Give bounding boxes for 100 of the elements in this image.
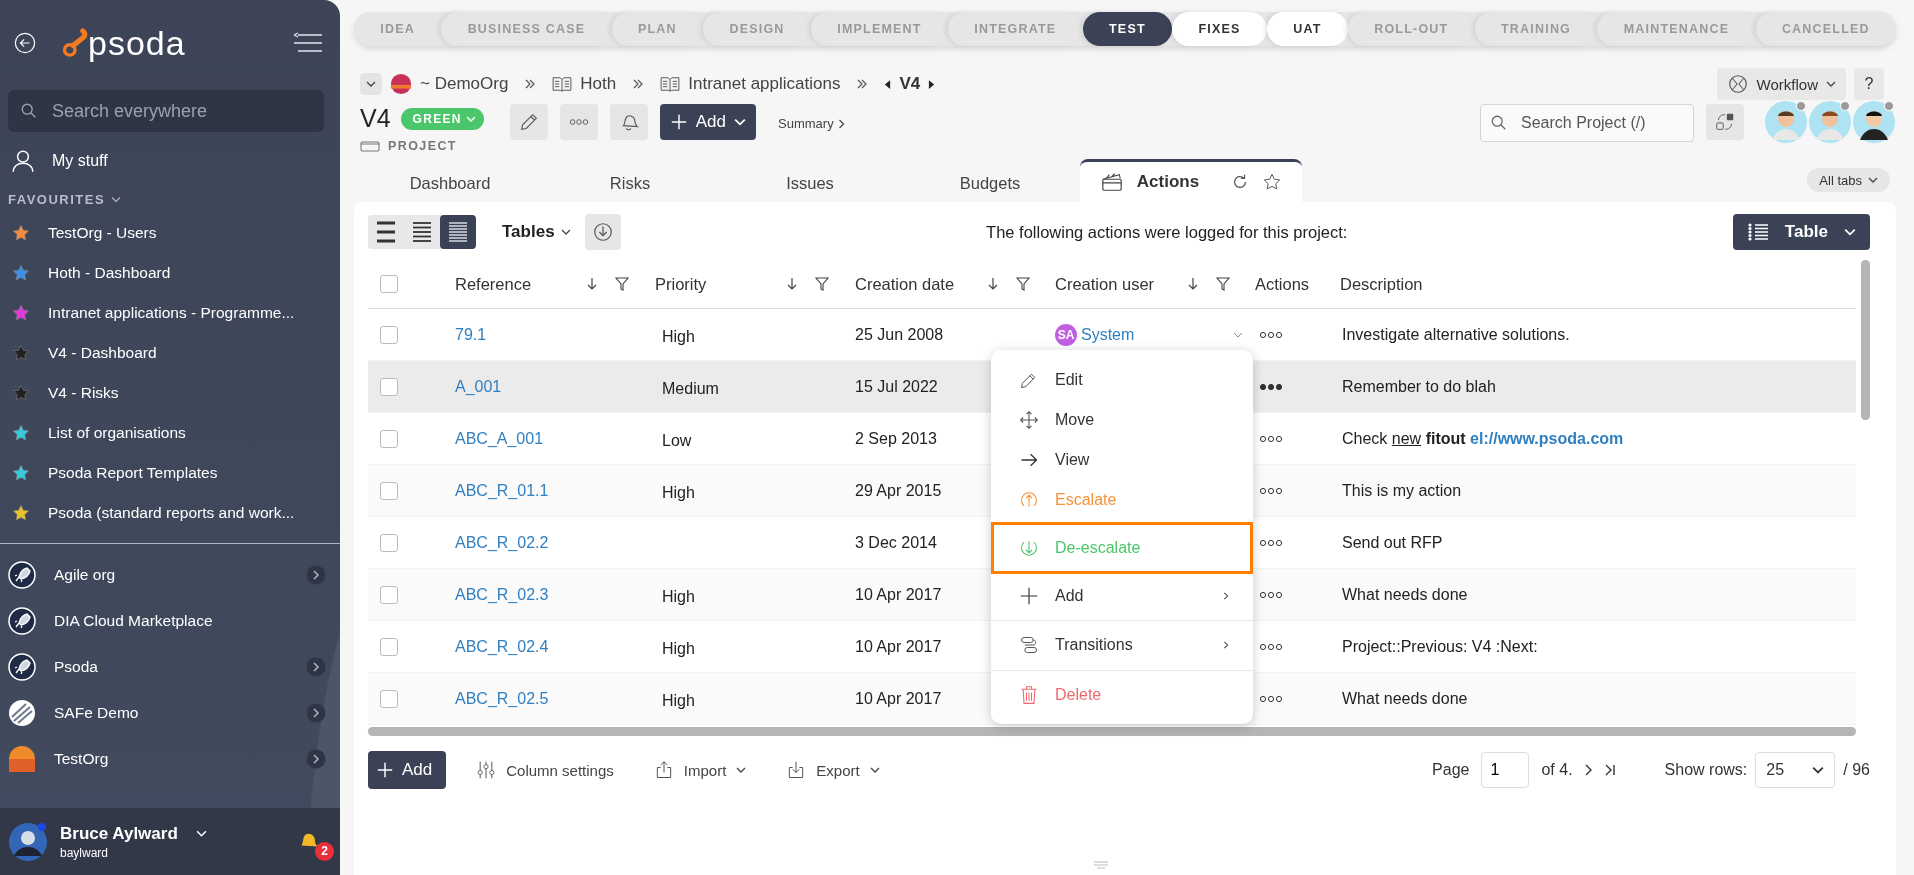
- column-settings-button[interactable]: Column settings: [470, 759, 620, 781]
- collapse-menu-icon[interactable]: [292, 32, 324, 54]
- user-name[interactable]: Bruce Aylward: [60, 823, 178, 844]
- all-tabs-button[interactable]: All tabs: [1807, 168, 1890, 192]
- team-avatar[interactable]: [1764, 100, 1808, 144]
- reference-link[interactable]: ABC_R_02.4: [455, 637, 549, 656]
- row-checkbox[interactable]: [380, 377, 398, 396]
- chevron-down-icon[interactable]: [195, 830, 207, 837]
- add-button[interactable]: Add: [659, 104, 757, 140]
- user-avatar[interactable]: [8, 821, 48, 862]
- row-actions-icon[interactable]: [1259, 434, 1283, 443]
- resize-handle-icon[interactable]: [1093, 861, 1109, 869]
- row-checkbox[interactable]: [380, 689, 398, 708]
- menu-item[interactable]: View: [991, 440, 1253, 480]
- column-header[interactable]: Creation date: [855, 274, 955, 294]
- edit-button[interactable]: [509, 104, 548, 140]
- star-icon[interactable]: [1263, 173, 1282, 191]
- reference-link[interactable]: ABC_R_02.5: [455, 689, 549, 708]
- chevron-right-icon[interactable]: [306, 703, 326, 723]
- chevron-right-icon[interactable]: [306, 565, 326, 585]
- link[interactable]: el://www.psoda.com: [1470, 429, 1624, 447]
- row-actions-icon[interactable]: [1259, 330, 1283, 339]
- chevron-right-icon[interactable]: [306, 749, 326, 769]
- filter-icon[interactable]: [1216, 277, 1231, 291]
- table-view-button[interactable]: Table: [1732, 214, 1870, 250]
- rows-select[interactable]: 25: [1755, 752, 1836, 788]
- row-actions-icon[interactable]: [1259, 538, 1283, 547]
- menu-item[interactable]: Transitions: [991, 620, 1253, 666]
- sort-icon[interactable]: [585, 277, 599, 291]
- page-field[interactable]: 1: [1481, 752, 1530, 788]
- row-checkbox[interactable]: [380, 481, 398, 500]
- column-header[interactable]: Description: [1340, 274, 1423, 294]
- tab[interactable]: Budgets: [900, 164, 1080, 202]
- stage-tab[interactable]: UAT: [1266, 12, 1348, 46]
- reference-link[interactable]: ABC_R_02.3: [455, 585, 549, 604]
- team-avatar[interactable]: [1852, 100, 1896, 144]
- summary-link[interactable]: Summary: [778, 116, 845, 131]
- download-button[interactable]: [584, 214, 621, 250]
- back-icon[interactable]: [14, 32, 36, 54]
- reference-link[interactable]: ABC_A_001: [455, 429, 544, 448]
- favourite-item[interactable]: V4 - Dashboard: [0, 333, 340, 373]
- row-actions-icon[interactable]: [1259, 590, 1283, 599]
- column-header[interactable]: Priority: [655, 274, 707, 294]
- tables-dropdown[interactable]: Tables: [496, 221, 577, 243]
- column-header[interactable]: Creation user: [1055, 274, 1155, 294]
- view-mode-button[interactable]: [440, 215, 476, 249]
- row-actions-icon[interactable]: [1259, 382, 1283, 391]
- favourite-item[interactable]: Intranet applications - Programme...: [0, 293, 340, 333]
- my-stuff-link[interactable]: My stuff: [0, 140, 340, 182]
- tab[interactable]: Issues: [720, 164, 900, 202]
- row-checkbox[interactable]: [380, 585, 398, 604]
- favourite-item[interactable]: V4 - Risks: [0, 373, 340, 413]
- project-search-field[interactable]: Search Project (/): [1480, 104, 1694, 142]
- menu-item[interactable]: Edit: [991, 360, 1253, 400]
- vertical-scrollbar[interactable]: [1861, 260, 1870, 420]
- row-checkbox[interactable]: [380, 429, 398, 448]
- workflow-button[interactable]: Workflow: [1716, 68, 1846, 100]
- horizontal-scrollbar[interactable]: [368, 727, 1856, 736]
- row-actions-icon[interactable]: [1259, 642, 1283, 651]
- organisation-item[interactable]: Psoda: [0, 644, 340, 690]
- add-button[interactable]: Add: [368, 751, 447, 789]
- filter-icon[interactable]: [815, 277, 829, 291]
- search-field[interactable]: Search everywhere: [8, 90, 324, 132]
- row-actions-icon[interactable]: [1259, 694, 1283, 703]
- breadcrumb-link[interactable]: ~ DemoOrg: [420, 74, 509, 94]
- organisation-item[interactable]: DIA Cloud Marketplace: [0, 598, 340, 644]
- column-header[interactable]: Actions: [1255, 274, 1310, 294]
- favourite-item[interactable]: Hoth - Dashboard: [0, 253, 340, 293]
- stage-tab[interactable]: FIXES: [1172, 12, 1267, 46]
- favourite-item[interactable]: TestOrg - Users: [0, 213, 340, 253]
- breadcrumb-link[interactable]: Intranet applications: [688, 74, 841, 94]
- filter-icon[interactable]: [615, 277, 629, 291]
- menu-item[interactable]: Add: [991, 576, 1253, 616]
- previous-icon[interactable]: [884, 79, 892, 89]
- chevron-right-icon[interactable]: [306, 657, 326, 677]
- tab[interactable]: Risks: [540, 164, 720, 202]
- row-checkbox[interactable]: [380, 533, 398, 552]
- export-button[interactable]: Export: [780, 759, 886, 781]
- tab[interactable]: Dashboard: [360, 164, 540, 202]
- filter-icon[interactable]: [1016, 277, 1031, 291]
- help-button[interactable]: ?: [1854, 68, 1884, 100]
- favourite-item[interactable]: List of organisations: [0, 413, 340, 453]
- favourite-item[interactable]: Psoda (standard reports and work...: [0, 493, 340, 533]
- reference-link[interactable]: A_001: [455, 377, 502, 396]
- switch-button[interactable]: [1706, 104, 1744, 140]
- import-button[interactable]: Import: [647, 759, 753, 781]
- reference-link[interactable]: ABC_R_01.1: [455, 481, 549, 500]
- row-checkbox[interactable]: [380, 325, 398, 344]
- menu-item[interactable]: Move: [991, 400, 1253, 440]
- reference-link[interactable]: ABC_R_02.2: [455, 533, 549, 552]
- row-checkbox[interactable]: [380, 637, 398, 656]
- row-actions-icon[interactable]: [1259, 486, 1283, 495]
- more-button[interactable]: [559, 104, 598, 140]
- favourite-item[interactable]: Psoda Report Templates: [0, 453, 340, 493]
- favourites-heading[interactable]: FAVOURITES: [0, 182, 340, 213]
- organisation-item[interactable]: TestOrg: [0, 736, 340, 782]
- organisation-item[interactable]: Agile org: [0, 552, 340, 598]
- stage-tab[interactable]: TEST: [1082, 12, 1173, 46]
- breadcrumb-link[interactable]: Hoth: [580, 74, 617, 94]
- column-header[interactable]: Reference: [455, 274, 532, 294]
